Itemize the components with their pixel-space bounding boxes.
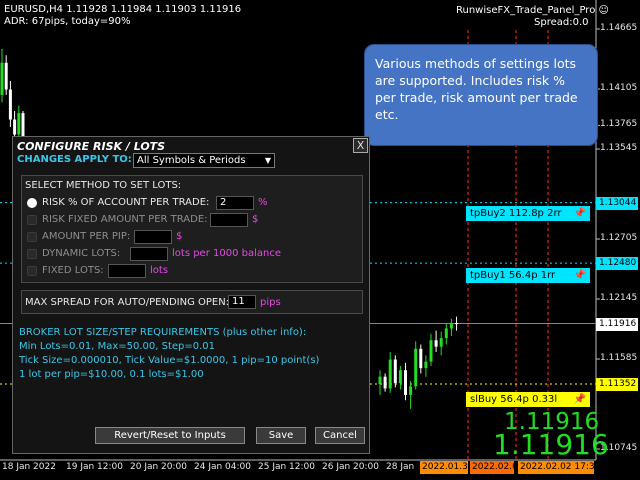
max-spread-unit: pips: [260, 297, 281, 308]
broker-info-line: Tick Size=0.000010, Tick Value=$1.0000, …: [19, 355, 320, 366]
price-level-box: 1.11916: [596, 317, 638, 331]
tp-buy1-tag[interactable]: tpBuy1 56.4p 1rr 📌: [466, 268, 590, 283]
fixed-lots-label: FIXED LOTS:: [42, 265, 104, 276]
dynamic-lots-unit: lots per 1000 balance: [172, 248, 281, 259]
broker-info-line: Min Lots=0.01, Max=50.00, Step=0.01: [19, 341, 216, 352]
price-label: 1.13545: [600, 143, 638, 153]
radio-risk-fixed[interactable]: [27, 215, 37, 225]
risk-fixed-label: RISK FIXED AMOUNT PER TRADE:: [42, 214, 208, 225]
amount-per-pip-label: AMOUNT PER PIP:: [42, 231, 131, 242]
candle-body: [398, 370, 402, 384]
candle-body: [414, 348, 418, 387]
date-label: 20 Jan 20:00: [130, 462, 187, 472]
risk-percent-unit: %: [258, 197, 268, 208]
tp-buy1-label: tpBuy1 56.4p 1rr: [470, 270, 556, 281]
radio-dynamic-lots[interactable]: [27, 249, 37, 259]
dynamic-lots-label: DYNAMIC LOTS:: [42, 248, 121, 259]
radio-amount-per-pip[interactable]: [27, 232, 37, 242]
price-level-box: 1.13044: [596, 196, 638, 210]
max-spread-label: MAX SPREAD FOR AUTO/PENDING OPEN:: [25, 297, 230, 308]
candle-body: [388, 359, 392, 389]
candle-body: [17, 113, 21, 135]
tp-buy2-label: tpBuy2 112.8p 2rr: [470, 208, 562, 219]
risk-percent-label: RISK % OF ACCOUNT PER TRADE:: [42, 197, 210, 208]
risk-fixed-input[interactable]: [210, 213, 248, 227]
date-label: 18 Jan 2022: [2, 462, 56, 472]
dynamic-lots-input[interactable]: [130, 247, 168, 261]
candle-body: [404, 370, 407, 395]
date-label: 25 Jan 12:00: [258, 462, 315, 472]
risk-lots-panel: CONFIGURE RISK / LOTS X CHANGES APPLY TO…: [12, 136, 370, 454]
broker-info-heading: BROKER LOT SIZE/STEP REQUIREMENTS (plus …: [19, 327, 307, 338]
time-marker-box: 2022.01.31: [420, 461, 474, 474]
ask-price-large: 1.11916: [493, 428, 609, 461]
time-marker-box: 2022.02.02 17:30: [518, 461, 601, 474]
pin-icon[interactable]: 📌: [574, 392, 586, 407]
date-label: 24 Jan 04:00: [194, 462, 251, 472]
risk-fixed-unit: $: [252, 214, 259, 225]
close-button[interactable]: X: [353, 138, 368, 153]
candle-body: [8, 89, 12, 120]
candle-body: [424, 361, 428, 369]
candle-body: [455, 323, 458, 325]
candle-body: [429, 340, 433, 362]
date-label: 19 Jan 12:00: [66, 462, 123, 472]
sl-buy-tag[interactable]: slBuy 56.4p 0.33l 📌: [466, 392, 590, 407]
date-label: 26 Jan 20:00: [322, 462, 379, 472]
candle-body: [449, 323, 453, 329]
candle-body: [409, 386, 413, 395]
price-label: 1.13765: [600, 119, 638, 130]
method-section: SELECT METHOD TO SET LOTS: RISK % OF ACC…: [21, 175, 363, 283]
price-label: 1.11585: [600, 353, 638, 363]
tp-buy2-tag[interactable]: tpBuy2 112.8p 2rr 📌: [466, 206, 590, 221]
max-spread-input[interactable]: 11: [228, 295, 256, 309]
radio-risk-percent[interactable]: [27, 198, 37, 208]
panel-name: RunwiseFX_Trade_Panel_Pro ☺: [456, 5, 609, 16]
fixed-lots-unit: lots: [150, 265, 169, 276]
panel-title: CONFIGURE RISK / LOTS: [17, 140, 166, 153]
candle-body: [444, 328, 448, 339]
triangle-down-icon: ▼: [264, 156, 271, 165]
tooltip-text: Various methods of settings lots are sup…: [375, 56, 578, 122]
candle-body: [434, 340, 438, 347]
smiley-icon: ☺: [598, 5, 609, 16]
price-level-box: 1.11352: [596, 377, 638, 391]
price-label: 1.14665: [600, 23, 638, 33]
revert-reset-button[interactable]: Revert/Reset to Inputs: [95, 427, 245, 444]
spread-info: Spread:0.0: [534, 17, 589, 28]
candle-body: [378, 376, 382, 385]
risk-percent-input[interactable]: 2: [216, 196, 254, 210]
amount-per-pip-unit: $: [176, 231, 183, 242]
time-marker-box: 2022.02.0: [470, 461, 518, 474]
fixed-lots-input[interactable]: [108, 264, 146, 278]
candle-body: [0, 62, 4, 95]
radio-fixed-lots[interactable]: [27, 266, 37, 276]
amount-per-pip-input[interactable]: [134, 230, 172, 244]
candle-body: [419, 348, 423, 369]
pin-icon[interactable]: 📌: [574, 206, 586, 221]
cancel-button[interactable]: Cancel: [315, 427, 365, 444]
spread-section: MAX SPREAD FOR AUTO/PENDING OPEN: 11 pip…: [21, 290, 363, 314]
scope-value: All Symbols & Periods: [137, 155, 246, 166]
pin-icon[interactable]: 📌: [574, 268, 586, 283]
candle-body: [439, 338, 443, 347]
info-tooltip: Various methods of settings lots are sup…: [364, 44, 598, 146]
candle-body: [393, 359, 397, 384]
candle-body: [383, 376, 387, 389]
method-heading: SELECT METHOD TO SET LOTS:: [25, 180, 182, 191]
price-label: 1.12145: [600, 293, 638, 303]
price-level-box: 1.12480: [596, 257, 638, 271]
price-label: 1.12705: [600, 233, 638, 243]
adr-info: ADR: 67pips, today=90%: [4, 16, 131, 27]
changes-apply-label: CHANGES APPLY TO:: [17, 154, 132, 165]
candle-body: [4, 62, 8, 90]
date-label: 28 Jan: [386, 462, 415, 472]
broker-info-line: 1 lot per pip=$10.00, 0.1 lots=$1.00: [19, 369, 204, 380]
sl-buy-label: slBuy 56.4p 0.33l: [470, 394, 558, 405]
symbol-info: EURUSD,H4 1.11928 1.11984 1.11903 1.1191…: [4, 4, 242, 15]
candle-body: [13, 119, 17, 135]
price-label: 1.14105: [600, 83, 638, 93]
save-button[interactable]: Save: [256, 427, 306, 444]
scope-dropdown[interactable]: All Symbols & Periods ▼: [133, 153, 275, 168]
